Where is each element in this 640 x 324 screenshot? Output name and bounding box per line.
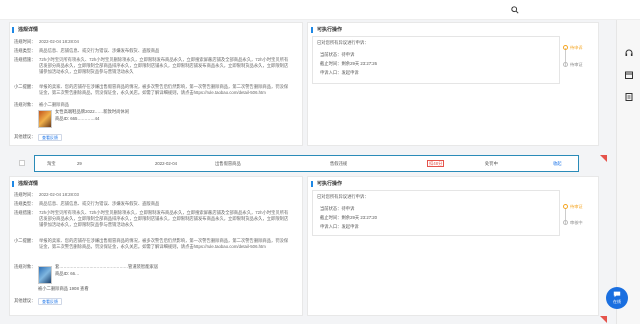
ops-title: 可执行操作 bbox=[311, 27, 342, 33]
reason-cell: 出售假冒商品 bbox=[215, 161, 241, 166]
detail-row: 违规类型： 商品信息、店铺信息、或交行为错误、涉嫌发布假货、盗版商品 bbox=[14, 201, 160, 206]
calendar-icon[interactable] bbox=[624, 70, 634, 80]
detail-row: 违规对象： 被小二删除商品 bbox=[14, 102, 70, 107]
detail-row: 违规时间： 2022-02-04 18:28:03 bbox=[14, 192, 79, 197]
ops-title: 可执行操作 bbox=[311, 181, 342, 187]
count-cell: 29 bbox=[77, 161, 82, 166]
view-feedback-button[interactable]: 查看反馈 bbox=[38, 134, 62, 141]
type-cell: 售假违规 bbox=[330, 161, 348, 166]
violation-detail-title: 违规详情 bbox=[12, 27, 38, 33]
chat-icon bbox=[613, 291, 621, 298]
appeal-entry-line[interactable]: 申诉入口：发起申诉 bbox=[320, 70, 359, 76]
pending-dot-icon bbox=[563, 45, 568, 51]
detail-row: 违规类型： 商品信息、店铺信息、或交行为错误、涉嫌发布假货、盗版商品 bbox=[14, 48, 160, 53]
suggest-label: 其他建议： bbox=[14, 298, 36, 303]
product-thumbnail[interactable] bbox=[38, 266, 52, 284]
status-head: 已对您所有异议进行申诉： bbox=[317, 40, 369, 45]
search-icon[interactable] bbox=[511, 6, 519, 14]
violation-detail-title: 违规详情 bbox=[12, 181, 38, 187]
product-title-link[interactable]: 套…………………………………………管道装智能家居 bbox=[55, 264, 158, 270]
waiting-dot-icon bbox=[563, 62, 568, 68]
product-id: 商品ID: 66… bbox=[55, 271, 80, 276]
step-review: 待审证 bbox=[563, 62, 583, 68]
step-review: 审核中 bbox=[563, 220, 583, 226]
corner-flag-icon bbox=[600, 155, 607, 162]
help-float-button[interactable]: 在线 bbox=[606, 287, 628, 309]
step-pending: 待申诉 bbox=[563, 45, 583, 51]
status-head: 已对您所有异议进行申诉： bbox=[317, 194, 369, 199]
headset-icon[interactable] bbox=[624, 48, 634, 58]
detail-row: 违规措施： 72h小时宝贝所有项永久、72h小时宝贝删除项永久，立即限制发布商品永… bbox=[14, 210, 289, 227]
penalty-cell: 扣48分 bbox=[427, 160, 445, 167]
row-checkbox[interactable] bbox=[19, 160, 25, 166]
product-title-link[interactable]: 女性高端鞋品牌2022……新款时尚休闲 bbox=[55, 109, 129, 115]
status-line: 当前状态：待申诉 bbox=[320, 206, 355, 211]
appeal-entry-line[interactable]: 申诉入口：发起申诉 bbox=[320, 224, 359, 230]
detail-row: 小二提醒： 举报的卖家、您的店铺存在涉嫌出售假冒商品的情况，被多次警告后仍然影响，… bbox=[14, 238, 289, 249]
status-line: 当前状态：待申诉 bbox=[320, 52, 355, 57]
platform-cell: 淘宝 bbox=[47, 161, 56, 166]
deadline-line: 截止时间：剩余29天 23:27:20 bbox=[320, 215, 378, 220]
waiting-dot-icon bbox=[563, 220, 568, 226]
right-toolbar bbox=[616, 20, 640, 324]
product-id: 商品ID: 665…………44 bbox=[55, 116, 100, 121]
detail-row: 违规措施： 72h小时宝贝所有项永久、72h小时宝贝删除项永久，立即限制发布商品永… bbox=[14, 57, 289, 74]
top-bar bbox=[0, 0, 640, 20]
deadline-line: 截止时间：剩余29天 23:27:26 bbox=[320, 61, 378, 66]
date-cell: 2022-02-04 bbox=[155, 161, 177, 166]
state-cell: 处罚中 bbox=[485, 161, 498, 166]
document-icon[interactable] bbox=[624, 92, 634, 102]
detail-row: 小二提醒： 举报的卖家、您的店铺存在涉嫌出售假冒商品的情况，被多次警告后仍然影响，… bbox=[14, 84, 289, 95]
collapse-link[interactable]: 收起 bbox=[553, 161, 562, 167]
violation-summary-row[interactable]: 淘宝 29 2022-02-04 出售假冒商品 售假违规 扣48分 处罚中 收起 bbox=[34, 155, 579, 172]
product-thumbnail[interactable] bbox=[38, 110, 52, 128]
step-pending: 待审证 bbox=[563, 204, 583, 210]
detail-row: 违规对象： bbox=[14, 264, 36, 269]
product-extra: 被小二删除商品 1908 查看 bbox=[38, 286, 89, 291]
pending-dot-icon bbox=[563, 204, 568, 210]
detail-row: 违规时间： 2022-02-04 18:28:04 bbox=[14, 39, 79, 44]
corner-flag-icon bbox=[600, 316, 607, 323]
view-feedback-button[interactable]: 查看反馈 bbox=[38, 298, 62, 305]
suggest-label: 其他建议： bbox=[14, 134, 36, 139]
